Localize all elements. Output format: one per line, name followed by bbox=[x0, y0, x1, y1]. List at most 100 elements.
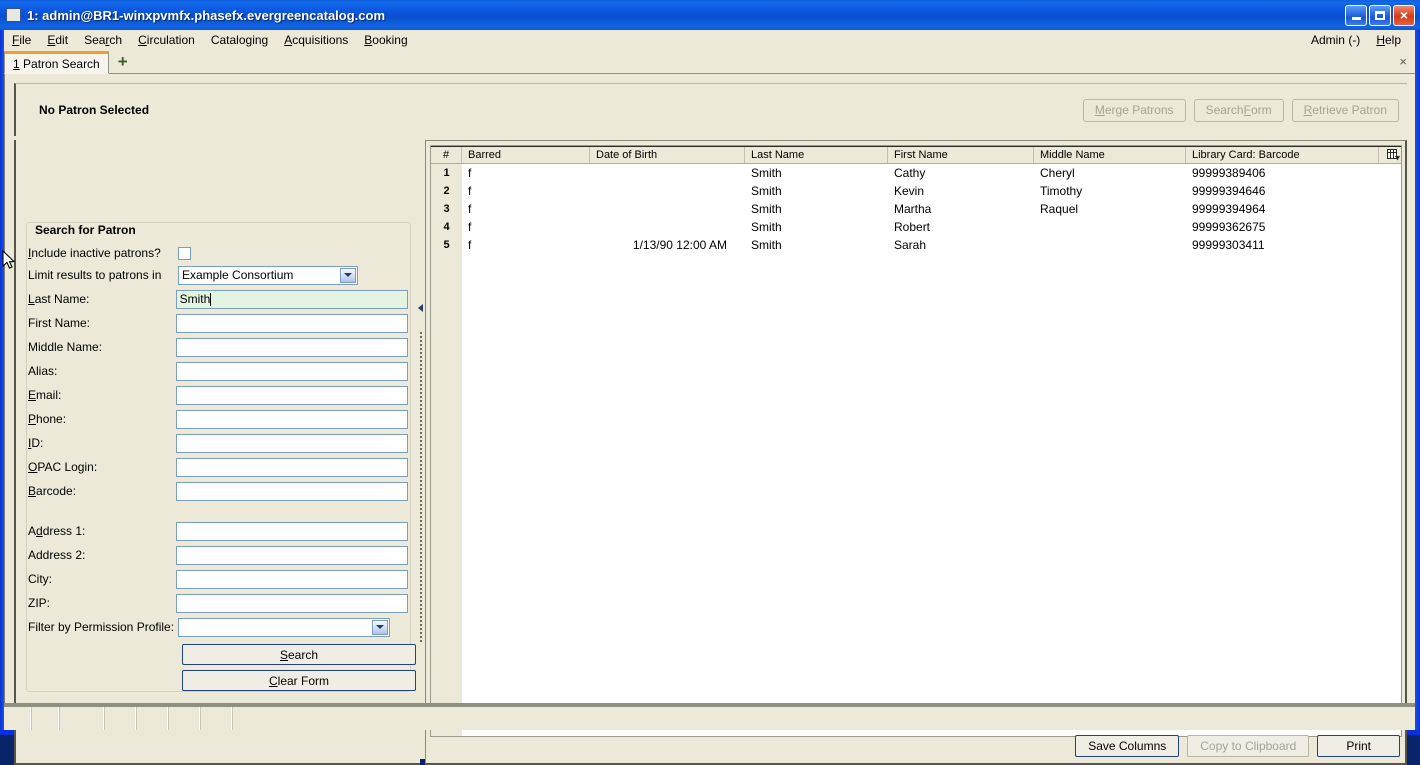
cell-barcode: 99999303411 bbox=[1192, 238, 1265, 252]
clear-form-button[interactable]: Clear Form bbox=[182, 670, 416, 691]
column-header-barred[interactable]: Barred bbox=[462, 146, 590, 163]
field-opac-login: OPAC Login: bbox=[28, 456, 408, 478]
chevron-down-icon bbox=[340, 267, 356, 283]
mouse-cursor bbox=[2, 249, 16, 273]
column-header-barcode[interactable]: Library Card: Barcode bbox=[1186, 146, 1379, 163]
cell-dob bbox=[590, 200, 745, 218]
phone-input[interactable] bbox=[175, 409, 408, 429]
label-email: Email: bbox=[28, 388, 62, 402]
last-name-input[interactable]: Smith bbox=[175, 289, 408, 309]
patron-status-label: No Patron Selected bbox=[39, 103, 150, 117]
label-city: City: bbox=[28, 572, 52, 586]
patron-header-buttons: Merge Patrons Search Form Retrieve Patro… bbox=[1082, 98, 1399, 122]
table-row[interactable]: 5 f 1/13/90 12:00 AM Smith Sarah 9999930… bbox=[431, 236, 1401, 254]
barcode-input[interactable] bbox=[175, 481, 408, 501]
address-2-input[interactable] bbox=[175, 545, 408, 565]
splitter-collapse-top-icon[interactable] bbox=[417, 304, 424, 311]
first-name-input[interactable] bbox=[175, 313, 408, 333]
label-address-2: Address 2: bbox=[28, 548, 86, 562]
label-barcode: Barcode: bbox=[28, 484, 77, 498]
print-button[interactable]: Print bbox=[1317, 735, 1400, 757]
field-address-2: Address 2: bbox=[28, 544, 408, 566]
column-header-last-name[interactable]: Last Name bbox=[745, 146, 888, 163]
table-row[interactable]: 1 f Smith Cathy Cheryl 99999389406 bbox=[431, 164, 1401, 182]
menu-acquisitions[interactable]: Acquisitions bbox=[276, 31, 356, 49]
menu-edit[interactable]: Edit bbox=[39, 31, 76, 49]
cell-num: 2 bbox=[431, 182, 462, 200]
status-bar bbox=[4, 705, 1415, 730]
menu-help[interactable]: Help bbox=[1368, 31, 1409, 49]
column-header-middle-name[interactable]: Middle Name bbox=[1034, 146, 1186, 163]
cell-first-name: Martha bbox=[894, 202, 932, 216]
field-include-inactive: Include inactive patrons? bbox=[28, 242, 408, 264]
last-name-value: Smith bbox=[179, 292, 211, 306]
main-content: No Patron Selected Merge Patrons Search … bbox=[4, 74, 1415, 765]
minimize-button[interactable] bbox=[1345, 4, 1367, 26]
city-input[interactable] bbox=[175, 569, 408, 589]
cell-num: 5 bbox=[431, 236, 462, 254]
column-header-first-name[interactable]: First Name bbox=[888, 146, 1034, 163]
cell-dob bbox=[590, 218, 745, 236]
window-title: 1: admin@BR1-winxpvmfx.phasefx.evergreen… bbox=[27, 7, 386, 23]
search-groupbox-legend: Search for Patron bbox=[32, 223, 139, 237]
limit-results-select[interactable]: Example Consortium bbox=[178, 265, 358, 285]
field-phone: Phone: bbox=[28, 408, 408, 430]
table-row[interactable]: 3 f Smith Martha Raquel 99999394964 bbox=[431, 200, 1401, 218]
menu-file[interactable]: File bbox=[4, 31, 39, 49]
cell-dob bbox=[590, 164, 745, 182]
email-input[interactable] bbox=[175, 385, 408, 405]
middle-name-input[interactable] bbox=[175, 337, 408, 357]
tab-patron-search[interactable]: 1 Patron Search bbox=[4, 51, 109, 74]
permission-profile-select[interactable] bbox=[178, 617, 390, 637]
opac-login-input[interactable] bbox=[175, 457, 408, 477]
id-input[interactable] bbox=[175, 433, 408, 453]
alias-input[interactable] bbox=[175, 361, 408, 381]
table-row[interactable]: 2 f Smith Kevin Timothy 99999394646 bbox=[431, 182, 1401, 200]
menu-booking[interactable]: Booking bbox=[356, 31, 415, 49]
merge-patrons-button[interactable]: Merge Patrons bbox=[1082, 98, 1186, 122]
include-inactive-checkbox[interactable] bbox=[178, 246, 191, 260]
column-picker-icon[interactable] bbox=[1379, 146, 1401, 163]
search-form-button[interactable]: Search Form bbox=[1193, 98, 1284, 122]
title-bar: 1: admin@BR1-winxpvmfx.phasefx.evergreen… bbox=[0, 0, 1420, 30]
status-segment bbox=[31, 707, 59, 730]
close-tab-icon[interactable]: × bbox=[1399, 54, 1407, 69]
cell-num: 1 bbox=[431, 164, 462, 182]
cell-barred: f bbox=[468, 220, 472, 234]
retrieve-patron-button[interactable]: Retrieve Patron bbox=[1291, 98, 1399, 122]
table-row[interactable]: 4 f Smith Robert 99999362675 bbox=[431, 218, 1401, 236]
menu-cataloging[interactable]: Cataloging bbox=[203, 31, 276, 49]
text-caret bbox=[210, 292, 212, 306]
maximize-icon bbox=[1375, 10, 1385, 20]
maximize-button[interactable] bbox=[1369, 4, 1391, 26]
search-button[interactable]: Search bbox=[182, 644, 416, 665]
panel-splitter[interactable] bbox=[416, 214, 425, 759]
close-icon: × bbox=[1399, 7, 1409, 23]
cell-dob: 1/13/90 12:00 AM bbox=[632, 238, 727, 252]
field-first-name: First Name: bbox=[28, 312, 408, 334]
cell-middle-name: Cheryl bbox=[1040, 166, 1075, 180]
save-columns-button[interactable]: Save Columns bbox=[1075, 735, 1180, 757]
menu-search[interactable]: Search bbox=[76, 31, 130, 49]
results-panel: # Barred Date of Birth Last Name First N… bbox=[425, 140, 1407, 765]
copy-to-clipboard-button[interactable]: Copy to Clipboard bbox=[1187, 735, 1310, 757]
column-header-dob[interactable]: Date of Birth bbox=[590, 146, 745, 163]
status-segment bbox=[168, 707, 200, 730]
limit-results-value: Example Consortium bbox=[182, 268, 294, 282]
field-city: City: bbox=[28, 568, 408, 590]
cell-barred: f bbox=[468, 166, 472, 180]
cell-last-name: Smith bbox=[751, 202, 782, 216]
column-header-num[interactable]: # bbox=[431, 146, 462, 163]
menu-circulation[interactable]: Circulation bbox=[130, 31, 203, 49]
zip-input[interactable] bbox=[175, 593, 408, 613]
close-button[interactable]: × bbox=[1393, 4, 1415, 26]
address-1-input[interactable] bbox=[175, 521, 408, 541]
menu-admin[interactable]: Admin (-) bbox=[1303, 31, 1368, 49]
cell-middle-name bbox=[1034, 218, 1186, 236]
window-border-right bbox=[1415, 0, 1420, 735]
results-table-header: # Barred Date of Birth Last Name First N… bbox=[431, 146, 1401, 164]
label-opac-login: OPAC Login: bbox=[28, 460, 98, 474]
cell-dob bbox=[590, 182, 745, 200]
new-tab-button[interactable]: + bbox=[112, 51, 134, 73]
status-segment bbox=[4, 707, 31, 730]
